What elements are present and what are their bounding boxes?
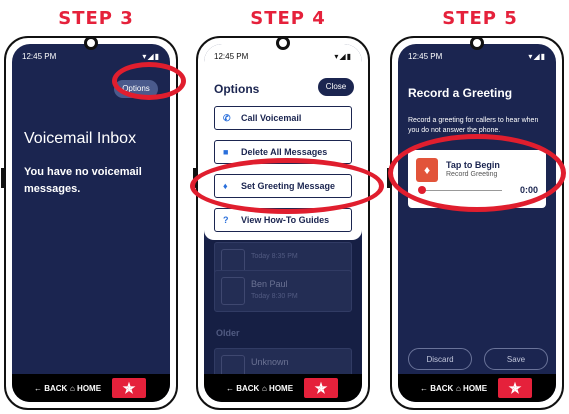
- highlight-ring-set-greeting: [190, 158, 384, 214]
- status-time: 12:45 PM: [214, 52, 249, 61]
- status-time: 12:45 PM: [22, 52, 57, 61]
- back-button[interactable]: ← BACK: [226, 384, 259, 393]
- back-button[interactable]: ← BACK: [420, 384, 453, 393]
- bottom-nav: ← BACK ⌂ HOME ✯: [398, 374, 556, 402]
- trash-icon: ■: [223, 147, 229, 157]
- step-3-title: STEP 3: [58, 8, 134, 29]
- call-voicemail-item[interactable]: ✆ Call Voicemail: [214, 106, 352, 130]
- signal-battery-icon: ▾◢▮: [528, 52, 546, 61]
- dim-overlay: [204, 240, 362, 374]
- menu-item-label: View How-To Guides: [241, 215, 330, 225]
- home-button[interactable]: ⌂ HOME: [70, 384, 101, 393]
- side-button: [1, 168, 4, 188]
- menu-item-label: Call Voicemail: [241, 113, 302, 123]
- record-greeting-screen: 12:45 PM ▾◢▮ Record a Greeting Record a …: [398, 44, 556, 402]
- page-title: Voicemail Inbox: [24, 130, 137, 147]
- status-time: 12:45 PM: [408, 52, 443, 61]
- star-icon[interactable]: ✯: [498, 378, 532, 398]
- bottom-nav: ← BACK ⌂ HOME ✯: [12, 374, 170, 402]
- phone-step-5: 12:45 PM ▾◢▮ Record a Greeting Record a …: [387, 36, 564, 410]
- greeting-description: Record a greeting for callers to hear wh…: [408, 117, 539, 134]
- page-title: Record a Greeting: [408, 86, 513, 100]
- discard-button[interactable]: Discard: [408, 348, 472, 370]
- phone-icon: ✆: [223, 113, 231, 123]
- status-bar: 12:45 PM ▾◢▮: [214, 52, 352, 64]
- star-icon[interactable]: ✯: [112, 378, 146, 398]
- step-5-title: STEP 5: [442, 8, 518, 29]
- home-button[interactable]: ⌂ HOME: [456, 384, 487, 393]
- sheet-title: Options: [214, 82, 260, 96]
- back-button[interactable]: ← BACK: [34, 384, 67, 393]
- menu-item-label: Delete All Messages: [241, 147, 328, 157]
- options-menu-screen: Today 8:35 PM Ben Paul Today 8:30 PM Old…: [204, 44, 362, 402]
- camera-notch: [470, 36, 484, 50]
- home-button[interactable]: ⌂ HOME: [262, 384, 293, 393]
- help-icon: ?: [223, 215, 229, 225]
- signal-battery-icon: ▾◢▮: [334, 52, 352, 61]
- close-button[interactable]: Close: [318, 78, 354, 96]
- save-button[interactable]: Save: [484, 348, 548, 370]
- camera-notch: [276, 36, 290, 50]
- step-4-title: STEP 4: [250, 8, 326, 29]
- signal-battery-icon: ▾◢▮: [142, 52, 160, 61]
- camera-notch: [84, 36, 98, 50]
- status-bar: 12:45 PM ▾◢▮: [408, 52, 546, 64]
- highlight-ring-record-card: [388, 134, 566, 212]
- star-icon[interactable]: ✯: [304, 378, 338, 398]
- phone-step-4: Today 8:35 PM Ben Paul Today 8:30 PM Old…: [193, 36, 370, 410]
- bottom-nav: ← BACK ⌂ HOME ✯: [204, 374, 362, 402]
- highlight-ring-options: [112, 62, 186, 100]
- empty-inbox-message: You have no voicemail messages.: [24, 166, 142, 195]
